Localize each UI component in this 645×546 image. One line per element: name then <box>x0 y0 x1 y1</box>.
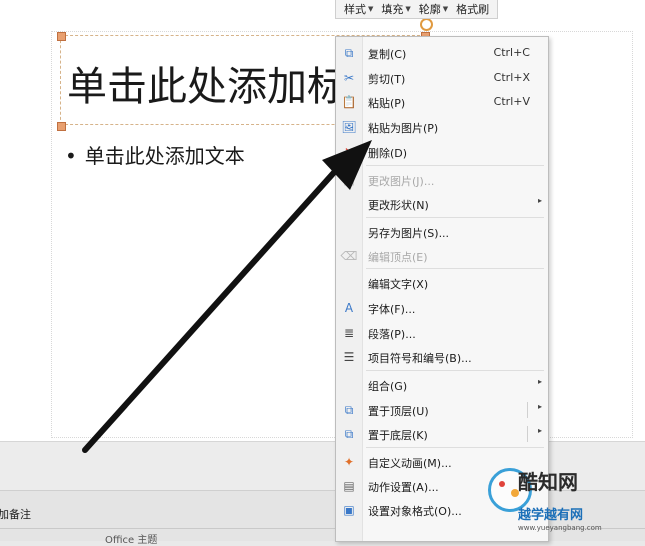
paragraph-icon: ≣ <box>343 326 355 340</box>
menu-item-label: 编辑顶点(E) <box>368 251 428 264</box>
resize-handle-top-left[interactable] <box>57 32 66 41</box>
menu-item-label: 段落(P)... <box>368 328 416 341</box>
menu-item-label: 项目符号和编号(B)... <box>368 352 472 365</box>
rotate-handle[interactable] <box>420 18 433 31</box>
menu-item-label: 更改图片(J)... <box>368 175 435 188</box>
font-icon: A <box>344 301 354 315</box>
menu-item-label: 编辑文字(X) <box>368 278 429 291</box>
menu-item-label: 另存为图片(S)... <box>368 227 450 240</box>
menu-separator <box>366 370 544 371</box>
submenu-arrow-icon[interactable]: ▸ <box>538 426 542 435</box>
format-painter-button[interactable]: 格式刷 <box>452 1 493 17</box>
menu-item-1[interactable]: ✂ 剪切(T) Ctrl+X <box>336 66 548 90</box>
menu-item-7[interactable]: 另存为图片(S)... <box>336 220 548 244</box>
menu-item-label: 组合(G) <box>368 380 408 393</box>
menu-item-11[interactable]: ≣ 段落(P)... <box>336 321 548 345</box>
menu-item-5: ▣ 更改图片(J)... <box>336 168 548 192</box>
format-painter-label: 格式刷 <box>456 3 490 16</box>
menu-item-12[interactable]: ☰ 项目符号和编号(B)... <box>336 345 548 369</box>
menu-item-10[interactable]: A 字体(F)... <box>336 296 548 320</box>
bullets-icon: ☰ <box>343 350 355 364</box>
dropdown-arrow-icon: ▼ <box>405 5 411 13</box>
menu-item-label: 剪切(T) <box>368 73 406 86</box>
menu-item-3[interactable]: 🖼 粘贴为图片(P) <box>336 115 548 139</box>
menu-item-label: 更改形状(N) <box>368 199 429 212</box>
floating-format-toolbar: 样式 ▼ 填充 ▼ 轮廓 ▼ 格式刷 <box>335 0 499 19</box>
menu-item-label: 字体(F)... <box>368 303 416 316</box>
outline-dropdown-label: 轮廓 <box>418 3 441 16</box>
theme-name: Office 主题 <box>105 535 158 546</box>
menu-item-6[interactable]: 更改形状(N) ▸ <box>336 192 548 216</box>
split-divider <box>527 402 528 418</box>
cut-icon: ✂ <box>343 71 355 85</box>
menu-separator <box>366 447 544 448</box>
action-settings-icon: ▤ <box>343 479 355 493</box>
watermark-name: 酷知网 <box>518 470 578 494</box>
menu-icon-slot <box>342 276 356 290</box>
notes-pane-label[interactable]: 加备注 <box>0 506 31 522</box>
style-dropdown[interactable]: 样式 ▼ <box>340 1 377 17</box>
menu-item-label: 置于顶层(U) <box>368 405 429 418</box>
menu-item-15[interactable]: ⧉ 置于底层(K) ▸ <box>336 422 548 446</box>
split-divider <box>527 426 528 442</box>
watermark: 酷知网 越学越有网 www.yueyangbang.com <box>480 462 645 540</box>
body-placeholder-text: 单击此处添加文本 <box>84 144 245 168</box>
paste-as-picture-icon: 🖼 <box>341 120 357 134</box>
menu-item-9[interactable]: 编辑文字(X) <box>336 271 548 295</box>
menu-icon-slot <box>342 378 356 392</box>
send-to-back-icon: ⧉ <box>344 426 354 441</box>
menu-item-label: 设置对象格式(O)... <box>368 505 462 518</box>
menu-item-label: 复制(C) <box>368 48 407 61</box>
menu-icon-slot <box>342 225 356 239</box>
menu-item-shortcut: Ctrl+C <box>493 46 530 59</box>
menu-item-label: 自定义动画(M)... <box>368 457 452 470</box>
edit-points-icon: ⌫ <box>340 249 358 263</box>
submenu-arrow-icon[interactable]: ▸ <box>538 196 542 205</box>
menu-icon-slot <box>342 197 356 211</box>
bullet-marker: • <box>65 144 77 168</box>
menu-item-label: 粘贴(P) <box>368 97 406 110</box>
dropdown-arrow-icon: ▼ <box>442 5 449 13</box>
menu-item-0[interactable]: ⧉ 复制(C) Ctrl+C <box>336 41 548 65</box>
dropdown-arrow-icon: ▼ <box>368 5 374 13</box>
menu-separator <box>366 217 544 218</box>
menu-item-label: 动作设置(A)... <box>368 481 439 494</box>
menu-item-2[interactable]: 📋 粘贴(P) Ctrl+V <box>336 90 548 114</box>
menu-separator <box>366 165 544 166</box>
menu-item-4[interactable]: ✕ 删除(D) <box>336 140 548 164</box>
paste-icon: 📋 <box>341 95 357 109</box>
style-dropdown-label: 样式 <box>344 3 366 16</box>
resize-handle-bottom-left[interactable] <box>57 122 66 131</box>
menu-item-label: 粘贴为图片(P) <box>368 122 439 135</box>
outline-dropdown[interactable]: 轮廓 ▼ <box>415 1 452 17</box>
copy-icon: ⧉ <box>344 45 354 60</box>
submenu-arrow-icon[interactable]: ▸ <box>538 377 542 386</box>
submenu-arrow-icon[interactable]: ▸ <box>538 402 542 411</box>
watermark-slogan: 越学越有网 <box>518 508 584 523</box>
body-placeholder[interactable]: • 单击此处添加文本 <box>65 140 245 169</box>
custom-animation-icon: ✦ <box>343 455 355 469</box>
bring-to-front-icon: ⧉ <box>344 402 354 417</box>
menu-separator <box>366 268 544 269</box>
menu-item-13[interactable]: 组合(G) ▸ <box>336 373 548 397</box>
fill-dropdown[interactable]: 填充 ▼ <box>377 1 414 17</box>
format-object-icon: ▣ <box>343 503 355 517</box>
menu-item-label: 删除(D) <box>368 147 408 160</box>
menu-item-14[interactable]: ⧉ 置于顶层(U) ▸ <box>336 398 548 422</box>
fill-dropdown-label: 填充 <box>381 3 404 16</box>
watermark-url: www.yueyangbang.com <box>518 524 602 532</box>
change-picture-icon: ▣ <box>343 173 355 187</box>
menu-item-shortcut: Ctrl+V <box>493 95 530 108</box>
delete-icon: ✕ <box>343 145 355 159</box>
menu-item-8: ⌫ 编辑顶点(E) <box>336 244 548 268</box>
menu-item-label: 置于底层(K) <box>368 429 428 442</box>
menu-item-shortcut: Ctrl+X <box>493 71 530 84</box>
